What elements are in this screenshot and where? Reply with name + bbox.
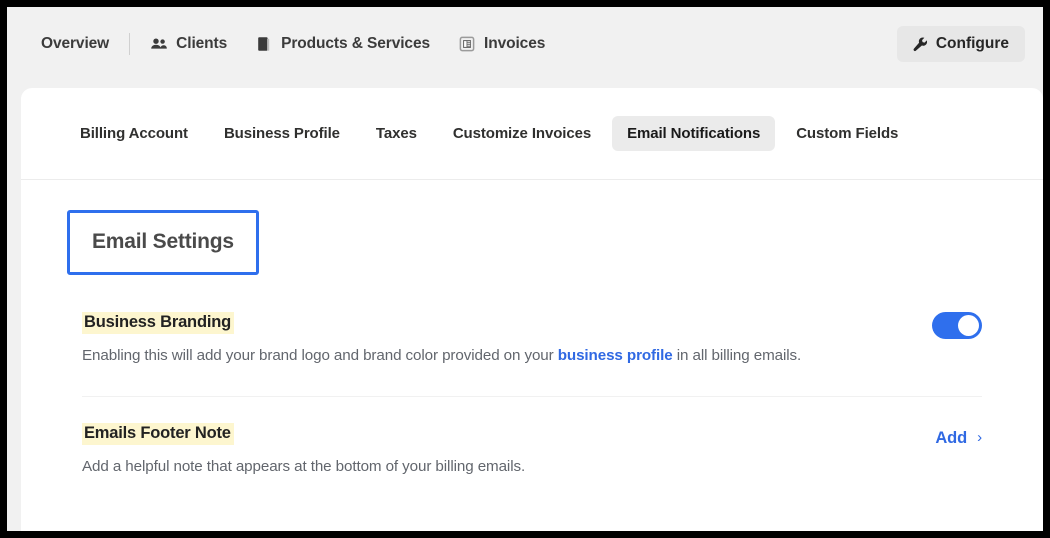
nav-item-invoices[interactable]: Invoices (444, 29, 559, 59)
business-branding-description: Enabling this will add your brand logo a… (82, 346, 932, 367)
tab-business-profile[interactable]: Business Profile (209, 116, 355, 151)
add-footer-note-button[interactable]: Add › (935, 429, 982, 448)
configure-button[interactable]: Configure (896, 26, 1025, 62)
toggle-knob (958, 315, 979, 336)
setting-row-business-branding: Business Branding Enabling this will add… (65, 275, 999, 367)
add-footer-note-label: Add (935, 428, 968, 447)
nav-item-overview[interactable]: Overview (27, 29, 123, 59)
box-icon (255, 35, 273, 53)
page-title-text: Email Settings (92, 230, 234, 253)
business-branding-text: Business Branding Enabling this will add… (65, 312, 932, 367)
business-branding-label: Business Branding (82, 312, 234, 334)
nav-item-overview-label: Overview (41, 35, 110, 52)
nav-item-invoices-label: Invoices (484, 35, 546, 52)
emails-footer-note-label: Emails Footer Note (82, 422, 234, 445)
page-title: Email Settings (67, 210, 259, 275)
tab-taxes[interactable]: Taxes (361, 116, 432, 151)
email-notifications-panel: Email Settings Business Branding Enablin… (21, 180, 1043, 531)
business-branding-control (932, 312, 999, 339)
screenshot-frame: Overview Clients Products & Services Inv… (0, 0, 1050, 538)
settings-card: Billing Account Business Profile Taxes C… (21, 88, 1043, 531)
tab-email-notifications[interactable]: Email Notifications (612, 116, 776, 151)
settings-tab-strip: Billing Account Business Profile Taxes C… (21, 88, 1043, 180)
nav-item-products-services[interactable]: Products & Services (241, 29, 444, 59)
tab-custom-fields[interactable]: Custom Fields (781, 116, 913, 151)
nav-item-products-services-label: Products & Services (281, 35, 430, 52)
people-icon (150, 35, 168, 53)
tab-customize-invoices[interactable]: Customize Invoices (438, 116, 606, 151)
nav-divider (129, 33, 131, 55)
wrench-icon (910, 35, 928, 53)
nav-item-clients-label: Clients (176, 35, 228, 52)
business-profile-link[interactable]: business profile (558, 347, 673, 364)
business-branding-description-after: in all billing emails. (672, 347, 802, 364)
configure-button-label: Configure (935, 35, 1009, 52)
emails-footer-note-text: Emails Footer Note Add a helpful note th… (65, 422, 935, 478)
top-nav-items: Overview Clients Products & Services Inv… (27, 7, 897, 81)
emails-footer-note-description: Add a helpful note that appears at the b… (82, 457, 526, 475)
chevron-right-icon: › (977, 428, 982, 446)
invoice-icon (458, 35, 476, 53)
business-branding-description-before: Enabling this will add your brand logo a… (82, 347, 558, 364)
tab-billing-account[interactable]: Billing Account (65, 116, 203, 151)
emails-footer-note-control: Add › (935, 423, 999, 448)
nav-item-clients[interactable]: Clients (136, 29, 241, 59)
business-branding-toggle[interactable] (932, 312, 982, 339)
setting-row-emails-footer-note: Emails Footer Note Add a helpful note th… (65, 397, 999, 478)
top-navigation-bar: Overview Clients Products & Services Inv… (7, 7, 1043, 81)
